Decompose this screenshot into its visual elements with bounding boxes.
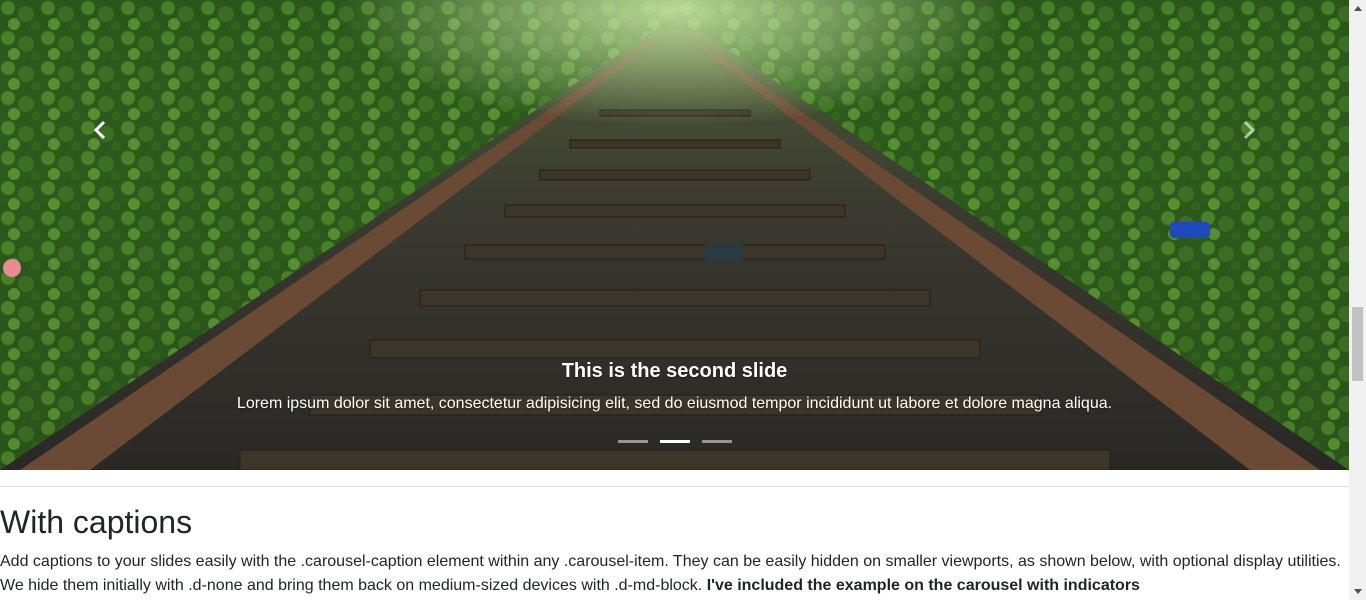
carousel-caption: This is the second slide Lorem ipsum dol…: [0, 358, 1349, 415]
section-text: Add captions to your slides easily with …: [0, 550, 1345, 598]
chevron-right-icon: [1243, 120, 1256, 140]
carousel-indicator-2[interactable]: [659, 440, 690, 443]
scroll-up-button[interactable]: [1349, 0, 1366, 17]
caption-text: Lorem ipsum dolor sit amet, consectetur …: [236, 395, 1113, 412]
section-title: With captions: [0, 504, 193, 540]
carousel-indicators: [0, 440, 1349, 443]
page-scrollbar[interactable]: [1349, 0, 1366, 600]
caption-title: This is the second slide: [561, 360, 788, 382]
carousel-next-button[interactable]: [1149, 0, 1349, 260]
carousel[interactable]: This is the second slide Lorem ipsum dol…: [0, 0, 1349, 470]
arrow-up-icon: [1353, 6, 1362, 11]
section-text-bold: I've included the example on the carouse…: [706, 577, 1140, 594]
carousel-prev-button[interactable]: [0, 0, 200, 260]
chevron-left-icon: [93, 120, 106, 140]
carousel-indicator-1[interactable]: [617, 440, 648, 443]
carousel-indicator-3[interactable]: [701, 440, 732, 443]
page: This is the second slide Lorem ipsum dol…: [0, 0, 1349, 600]
scroll-down-button[interactable]: [1349, 583, 1366, 600]
arrow-down-icon: [1353, 589, 1362, 594]
scrollbar-thumb[interactable]: [1352, 307, 1363, 381]
divider: [0, 486, 1349, 487]
